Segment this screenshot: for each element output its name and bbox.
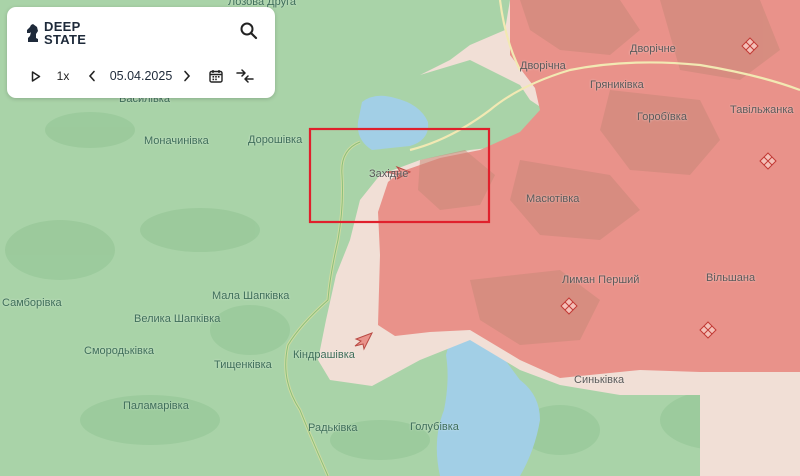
deepstate-logo[interactable]: DEEP STATE	[25, 20, 86, 46]
place-label-horobivka[interactable]: Горобївка	[637, 111, 687, 123]
chevron-left-icon	[88, 70, 95, 82]
calendar-icon	[209, 70, 223, 83]
place-label-samborivka[interactable]: Самборівка	[2, 297, 62, 309]
place-label-hrianykivka[interactable]: Гряниківка	[590, 79, 644, 91]
place-label-velyka-shapkivka[interactable]: Велика Шапківка	[134, 313, 220, 325]
place-label-holubivka[interactable]: Голубівка	[410, 421, 459, 433]
place-label-dvorichna[interactable]: Дворічна	[520, 60, 566, 72]
place-label-radkivka[interactable]: Радьківка	[308, 422, 358, 434]
compare-button[interactable]	[235, 65, 255, 87]
place-label-smorodkivka[interactable]: Смородьківка	[84, 345, 154, 357]
date-display[interactable]: 05.04.2025	[107, 65, 175, 87]
timeline-controls: 1x 05.04.2025	[7, 65, 275, 87]
place-label-tavilzhanka[interactable]: Тавільжанка	[730, 104, 794, 116]
place-label-lyman-pershyi[interactable]: Лиман Перший	[562, 274, 639, 286]
place-label-tyshchenkivka[interactable]: Тищенківка	[214, 359, 272, 371]
next-date-button[interactable]	[180, 65, 194, 87]
prev-date-button[interactable]	[85, 65, 99, 87]
place-label-masiutivka[interactable]: Масютівка	[526, 193, 579, 205]
logo-text-state: STATE	[44, 32, 87, 47]
calendar-button[interactable]	[207, 65, 225, 87]
search-icon[interactable]	[239, 21, 259, 41]
chevron-right-icon	[184, 70, 191, 82]
place-label-monachynivka[interactable]: Моначинівка	[144, 135, 209, 147]
place-label-doroshivka[interactable]: Дорошівка	[248, 134, 302, 146]
place-label-dvorichne[interactable]: Дворічне	[630, 43, 676, 55]
place-label-zapadne[interactable]: Західне	[369, 168, 408, 180]
control-panel: DEEP STATE 1x 05.04.2025	[7, 7, 275, 98]
place-label-synkivka[interactable]: Синьківка	[574, 374, 624, 386]
place-label-kindrashivka[interactable]: Кіндрашівка	[293, 349, 355, 361]
play-icon	[31, 70, 41, 82]
place-label-palamarivka[interactable]: Паламарівка	[123, 400, 189, 412]
place-label-vilshana[interactable]: Вільшана	[706, 272, 755, 284]
knight-chess-icon	[27, 24, 38, 42]
play-button[interactable]	[27, 65, 45, 87]
speed-button[interactable]: 1x	[53, 65, 73, 87]
place-label-mala-shapkivka[interactable]: Мала Шапківка	[212, 290, 289, 302]
compare-arrows-icon	[236, 69, 254, 83]
